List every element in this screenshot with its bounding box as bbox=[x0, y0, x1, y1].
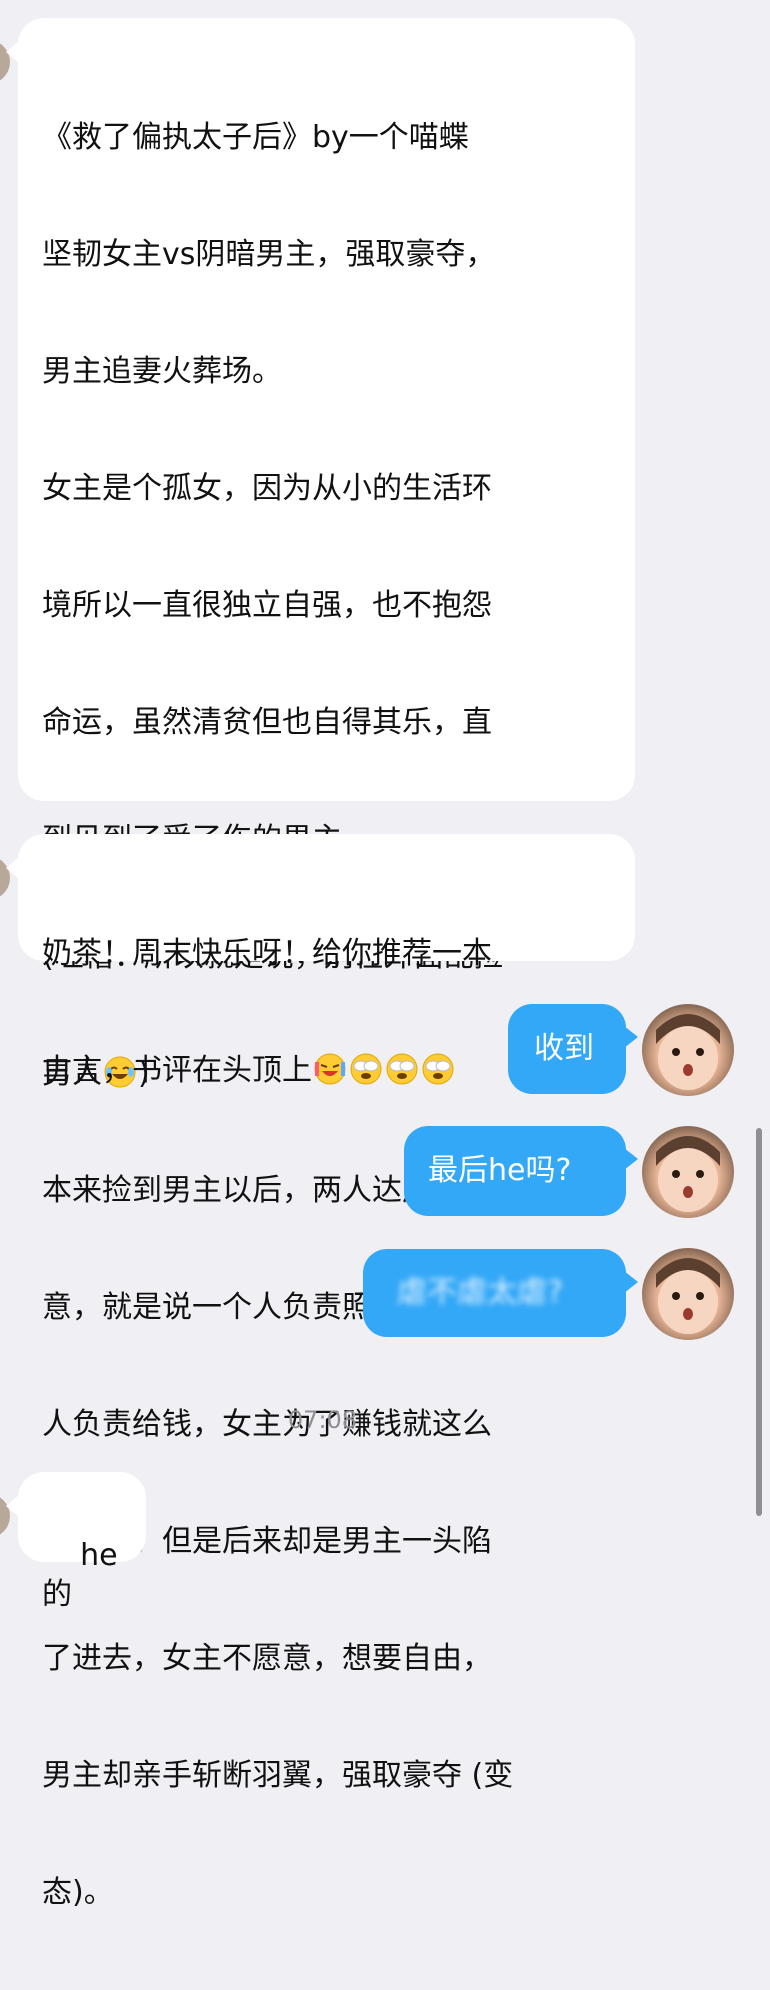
covering-face-emoji-icon bbox=[386, 1053, 418, 1085]
outgoing-message-bubble[interactable]: 收到 bbox=[508, 1004, 638, 1094]
message-line: 女主是个孤女，因为从小的生活环 bbox=[42, 471, 492, 506]
my-avatar[interactable] bbox=[642, 1126, 734, 1218]
incoming-message-bubble[interactable]: he的 bbox=[6, 1472, 146, 1612]
scrollbar[interactable] bbox=[756, 1128, 762, 1516]
my-avatar[interactable] bbox=[642, 1248, 734, 1340]
message-line-text: 古言，书评在头顶上 bbox=[42, 1053, 312, 1088]
covering-face-emoji-icon bbox=[422, 1053, 454, 1085]
child-photo-icon bbox=[656, 1014, 720, 1090]
message-line: 男主追妻火葬场。 bbox=[42, 354, 282, 389]
child-photo-icon bbox=[656, 1258, 720, 1334]
chat-thread[interactable]: 《救了偏执太子后》by一个喵蝶 坚韧女主vs阴暗男主，强取豪夺， 男主追妻火葬场… bbox=[0, 0, 770, 1910]
message-line: 坚韧女主vs阴暗男主，强取豪夺， bbox=[42, 237, 496, 272]
covering-face-emoji-icon bbox=[350, 1053, 382, 1085]
outgoing-message-bubble[interactable]: 虐不虐太虐? bbox=[363, 1249, 638, 1337]
laughing-crying-emoji-icon bbox=[314, 1053, 346, 1085]
message-text: 虐不虐太虐? bbox=[397, 1275, 563, 1310]
child-photo-icon bbox=[656, 1136, 720, 1212]
message-text: 最后he吗? bbox=[428, 1153, 572, 1188]
message-line: 了进去，女主不愿意，想要自由， bbox=[42, 1641, 492, 1676]
message-line: 奶茶！周末快乐呀！给你推荐一本 bbox=[42, 936, 492, 971]
my-avatar[interactable] bbox=[642, 1004, 734, 1096]
message-line: 男主却亲手斩断羽翼，强取豪夺 (变 bbox=[42, 1758, 514, 1793]
message-text: 收到 bbox=[534, 1031, 594, 1066]
message-line: 境所以一直很独立自强，也不抱怨 bbox=[42, 588, 492, 623]
message-line: 《救了偏执太子后》by一个喵蝶 bbox=[42, 120, 469, 155]
message-line: 命运，虽然清贫但也自得其乐，直 bbox=[42, 705, 492, 740]
message-timestamp: 07:08 bbox=[287, 1406, 358, 1434]
incoming-message-bubble[interactable]: 奶茶！周末快乐呀！给你推荐一本 古言，书评在头顶上 bbox=[6, 834, 635, 1088]
incoming-message-bubble[interactable]: 《救了偏执太子后》by一个喵蝶 坚韧女主vs阴暗男主，强取豪夺， 男主追妻火葬场… bbox=[6, 18, 635, 1910]
outgoing-message-bubble[interactable]: 最后he吗? bbox=[404, 1126, 638, 1216]
message-line: 态)。 bbox=[42, 1875, 114, 1910]
